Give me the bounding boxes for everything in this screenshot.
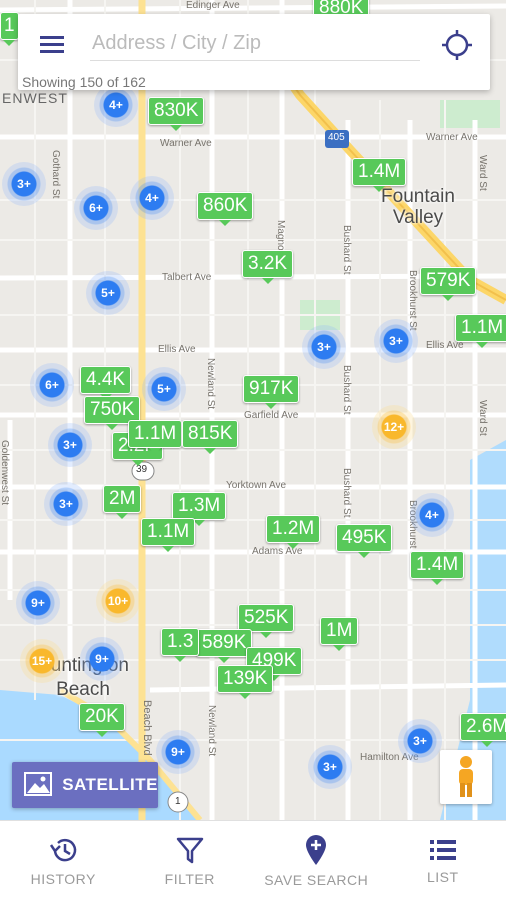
street-label: Garfield Ave (244, 410, 298, 421)
nav-history-label: HISTORY (31, 871, 96, 887)
street-label: Gothard St (50, 150, 61, 198)
price-marker[interactable]: 579K (420, 267, 476, 295)
cluster-marker[interactable]: 3+ (48, 423, 92, 467)
satellite-label: SATELLITE (62, 775, 158, 795)
price-marker[interactable]: 860K (197, 192, 253, 220)
cluster-marker[interactable]: 6+ (74, 186, 118, 230)
bottom-navigation: HISTORY FILTER SAVE SEARCH LIST (0, 820, 506, 901)
nav-save-search-label: SAVE SEARCH (264, 872, 368, 888)
street-label: Talbert Ave (162, 272, 211, 283)
street-label: Bushard St (341, 468, 352, 517)
cluster-marker[interactable]: 6+ (30, 363, 74, 407)
price-marker[interactable]: 1 (0, 12, 19, 40)
menu-icon[interactable] (40, 34, 66, 56)
price-marker[interactable]: 525K (238, 604, 294, 632)
cluster-marker[interactable]: 5+ (86, 271, 130, 315)
filter-icon (175, 835, 205, 865)
price-marker[interactable]: 1M (320, 617, 358, 645)
street-label: Yorktown Ave (226, 480, 286, 491)
cluster-marker[interactable]: 12+ (372, 405, 416, 449)
nav-filter-label: FILTER (165, 871, 215, 887)
price-marker[interactable]: 1.4M (410, 551, 464, 579)
street-label: Warner Ave (160, 138, 212, 149)
street-label: Bushard St (341, 225, 352, 274)
street-label: Brookhurst St (407, 270, 418, 331)
map-pin-plus-icon (303, 834, 329, 866)
price-marker[interactable]: 1.3 (161, 628, 199, 656)
price-marker[interactable]: 2M (103, 485, 141, 513)
cluster-marker[interactable]: 9+ (80, 637, 124, 681)
price-marker[interactable]: 1.2M (266, 515, 320, 543)
street-label: Newland St (205, 358, 216, 409)
highway-label: 1 (175, 796, 181, 807)
street-label: Edinger Ave (186, 0, 240, 11)
price-marker[interactable]: 1.3M (172, 492, 226, 520)
cluster-marker[interactable]: 3+ (398, 719, 442, 763)
price-marker[interactable]: 1.4M (352, 158, 406, 186)
street-label: Beach Blvd (141, 700, 153, 756)
nav-filter[interactable]: FILTER (127, 821, 254, 901)
cluster-marker[interactable]: 4+ (130, 176, 174, 220)
cluster-marker[interactable]: 9+ (16, 581, 60, 625)
street-label: Ellis Ave (158, 344, 196, 355)
price-marker[interactable]: 139K (217, 665, 273, 693)
nav-save-search[interactable]: SAVE SEARCH (253, 821, 380, 901)
area-label: ENWEST (2, 90, 68, 106)
price-marker[interactable]: 3.2K (242, 250, 293, 278)
satellite-toggle-button[interactable]: SATELLITE (12, 762, 158, 808)
nav-history[interactable]: HISTORY (0, 821, 127, 901)
cluster-marker[interactable]: 3+ (374, 319, 418, 363)
cluster-marker[interactable]: 3+ (308, 745, 352, 789)
list-icon (428, 837, 458, 863)
price-marker[interactable]: 2.6M (460, 713, 506, 741)
price-marker[interactable]: 589K (196, 629, 252, 657)
cluster-marker[interactable]: 3+ (302, 325, 346, 369)
cluster-marker[interactable]: 3+ (2, 162, 46, 206)
price-marker[interactable]: 815K (182, 420, 238, 448)
price-marker[interactable]: 1.1M (455, 314, 506, 342)
price-marker[interactable]: 1.1M (141, 518, 195, 546)
search-input[interactable] (90, 28, 420, 61)
price-marker[interactable]: 1.1M (128, 420, 182, 448)
cluster-marker[interactable]: 5+ (142, 367, 186, 411)
map-view[interactable]: Edinger Ave Warner Ave Warner Ave Talber… (0, 0, 506, 820)
street-label: Warner Ave (426, 132, 478, 143)
street-label: Newland St (206, 705, 217, 756)
pegman-icon (453, 755, 479, 799)
price-marker[interactable]: 830K (148, 97, 204, 125)
street-label: Goldenwest St (0, 440, 10, 505)
search-bar: Showing 150 of 162 (18, 14, 490, 90)
price-marker[interactable]: 20K (79, 703, 125, 731)
price-marker[interactable]: 4.4K (80, 366, 131, 394)
price-marker[interactable]: 495K (336, 524, 392, 552)
street-label: Ward St (477, 155, 488, 191)
cluster-marker[interactable]: 10+ (96, 579, 140, 623)
cluster-marker[interactable]: 15+ (20, 639, 64, 683)
image-icon (24, 772, 52, 798)
cluster-marker[interactable]: 4+ (410, 493, 454, 537)
results-count: Showing 150 of 162 (22, 74, 146, 90)
price-marker[interactable]: 917K (243, 375, 299, 403)
street-label: Bushard St (341, 365, 352, 414)
highway-label: 405 (328, 132, 345, 143)
nav-list[interactable]: LIST (380, 821, 506, 901)
cluster-marker[interactable]: 3+ (44, 482, 88, 526)
street-view-button[interactable] (440, 750, 492, 804)
my-location-icon[interactable] (442, 30, 472, 60)
street-label: Ward St (477, 400, 488, 436)
nav-list-label: LIST (427, 869, 459, 885)
cluster-marker[interactable]: 9+ (156, 730, 200, 774)
history-icon (47, 835, 79, 865)
city-label-fountain-valley: Fountain Valley (368, 186, 468, 228)
